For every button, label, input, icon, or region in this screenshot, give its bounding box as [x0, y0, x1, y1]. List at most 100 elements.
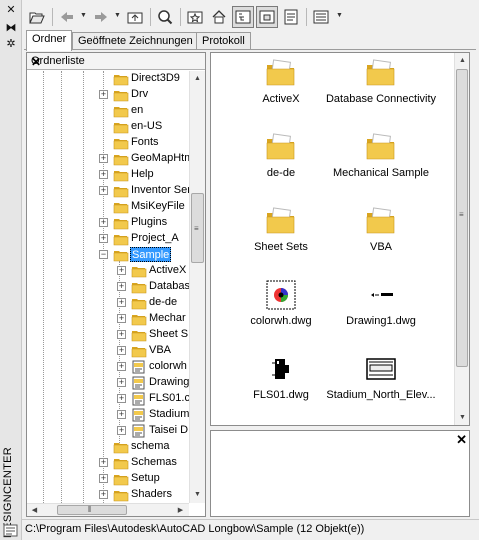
tree-item[interactable]: Direct3D9 [27, 71, 189, 87]
tree-item[interactable]: + Inventor Ser [27, 183, 189, 199]
expand-icon[interactable]: + [99, 458, 108, 467]
tree-item[interactable]: + Sheet S [27, 327, 189, 343]
tree-item[interactable]: + Stadium [27, 407, 189, 423]
scroll-right-icon[interactable]: ▶ [173, 503, 188, 516]
expand-icon[interactable]: + [99, 234, 108, 243]
tree-item[interactable]: + Mechar [27, 311, 189, 327]
scroll-down-icon[interactable]: ▼ [190, 487, 205, 502]
content-vertical-scrollbar[interactable]: ▲ ≡ ▼ [454, 53, 469, 425]
content-item-icon [265, 279, 297, 311]
tree-vertical-scrollbar[interactable]: ▲ ≡ ▼ [189, 71, 205, 503]
drawing-file-icon [132, 360, 145, 374]
content-scroll-up-icon[interactable]: ▲ [455, 53, 470, 68]
scroll-up-icon[interactable]: ▲ [190, 71, 205, 86]
expand-icon[interactable]: + [117, 298, 126, 307]
tab-history[interactable]: Protokoll [196, 32, 251, 50]
expand-icon[interactable]: + [117, 426, 126, 435]
tree-item[interactable]: + Project_A [27, 231, 189, 247]
content-item[interactable]: Stadium_North_Elev... [321, 353, 441, 417]
content-item[interactable]: Drawing1.dwg [321, 279, 441, 343]
content-item[interactable]: Mechanical Sample [321, 131, 441, 195]
close-preview-icon[interactable]: ✕ [456, 432, 467, 448]
folder-tree[interactable]: Direct3D9 + Drv en en-US Fonts + GeoMapHtm + Help… [27, 71, 189, 503]
tree-item[interactable]: − Sample [27, 247, 189, 263]
expand-icon[interactable]: + [117, 362, 126, 371]
forward-button[interactable] [90, 6, 112, 28]
back-dropdown-icon[interactable]: ▼ [80, 12, 88, 20]
close-palette-icon[interactable]: ✕ [5, 4, 17, 16]
expand-icon[interactable]: + [117, 378, 126, 387]
content-scroll-down-icon[interactable]: ▼ [455, 410, 470, 425]
tree-item[interactable]: + Plugins [27, 215, 189, 231]
tree-item[interactable]: Fonts [27, 135, 189, 151]
designcenter-logo-icon [3, 524, 18, 537]
tree-item[interactable]: + colorwh [27, 359, 189, 375]
tree-item[interactable]: + Taisei D [27, 423, 189, 439]
load-button[interactable] [26, 6, 48, 28]
tree-item[interactable]: + Setup [27, 471, 189, 487]
content-item[interactable]: VBA [321, 205, 441, 269]
expand-icon[interactable]: + [117, 330, 126, 339]
expand-icon[interactable]: + [99, 218, 108, 227]
tree-scroll-thumb[interactable]: ≡ [191, 193, 204, 263]
expand-icon[interactable]: + [99, 474, 108, 483]
expand-icon[interactable]: + [99, 90, 108, 99]
home-button[interactable] [208, 6, 230, 28]
tree-item[interactable]: + FLS01.c [27, 391, 189, 407]
tree-item[interactable]: en-US [27, 119, 189, 135]
tree-view-toggle-button[interactable] [232, 6, 254, 28]
tree-item[interactable]: + VBA [27, 343, 189, 359]
tree-item[interactable]: MsiKeyFile [27, 199, 189, 215]
expand-icon[interactable]: + [117, 266, 126, 275]
expand-icon[interactable]: + [99, 154, 108, 163]
tab-folders[interactable]: Ordner [26, 30, 73, 51]
back-button[interactable] [56, 6, 78, 28]
tree-item[interactable]: + Shaders [27, 487, 189, 503]
expand-icon[interactable]: + [99, 186, 108, 195]
expand-icon[interactable]: + [99, 490, 108, 499]
tree-item[interactable]: + de-de [27, 295, 189, 311]
tree-item[interactable]: + Drv [27, 87, 189, 103]
folder-icon [113, 75, 129, 86]
tree-item[interactable]: + GeoMapHtm [27, 151, 189, 167]
favorites-button[interactable] [184, 6, 206, 28]
up-button[interactable] [124, 6, 146, 28]
folder-icon [113, 107, 129, 118]
tree-hscroll-thumb[interactable]: ⦀ [57, 505, 127, 515]
tree-item[interactable]: + ActiveX [27, 263, 189, 279]
views-dropdown-icon[interactable]: ▼ [336, 12, 344, 20]
tree-item[interactable]: + Drawing [27, 375, 189, 391]
forward-dropdown-icon[interactable]: ▼ [114, 12, 122, 20]
tree-item[interactable]: + Schemas [27, 455, 189, 471]
expand-icon[interactable]: + [117, 410, 126, 419]
folder-icon [131, 283, 147, 294]
properties-icon[interactable]: ✲ [5, 38, 17, 50]
close-tree-icon[interactable]: ✕ [31, 55, 201, 69]
content-item[interactable]: Database Connectivity [321, 57, 441, 121]
autohide-icon[interactable]: ⧓ [5, 22, 17, 34]
description-toggle-button[interactable] [280, 6, 302, 28]
tree-item[interactable]: en [27, 103, 189, 119]
tree-item[interactable]: schema [27, 439, 189, 455]
tree-item[interactable]: + Help [27, 167, 189, 183]
drawing-thumbnail-arrow-icon [371, 293, 393, 297]
folder-icon [131, 347, 147, 358]
collapse-icon[interactable]: − [99, 250, 108, 259]
content-scroll-thumb[interactable]: ≡ [456, 69, 468, 367]
tree-item-label: Direct3D9 [131, 72, 180, 84]
tab-open-drawings[interactable]: Geöffnete Zeichnungen [72, 32, 199, 50]
expand-icon[interactable]: + [117, 394, 126, 403]
scroll-left-icon[interactable]: ◀ [27, 503, 42, 516]
expand-icon[interactable]: + [117, 314, 126, 323]
expand-icon[interactable]: + [117, 346, 126, 355]
preview-toggle-button[interactable] [256, 6, 278, 28]
tree-item[interactable]: + Databas [27, 279, 189, 295]
expand-icon[interactable]: + [117, 282, 126, 291]
views-button[interactable] [310, 6, 332, 28]
palette-title-strip[interactable]: ✕ ⧓ ✲ DESIGNCENTER [0, 0, 22, 540]
tree-horizontal-scrollbar[interactable]: ◀ ⦀ ▶ [27, 503, 189, 516]
expand-icon[interactable]: + [99, 170, 108, 179]
search-button[interactable] [154, 6, 176, 28]
folder-icon [131, 267, 147, 278]
content-area[interactable]: ActiveX Database Connectivity de-de Mechani… [210, 52, 470, 426]
